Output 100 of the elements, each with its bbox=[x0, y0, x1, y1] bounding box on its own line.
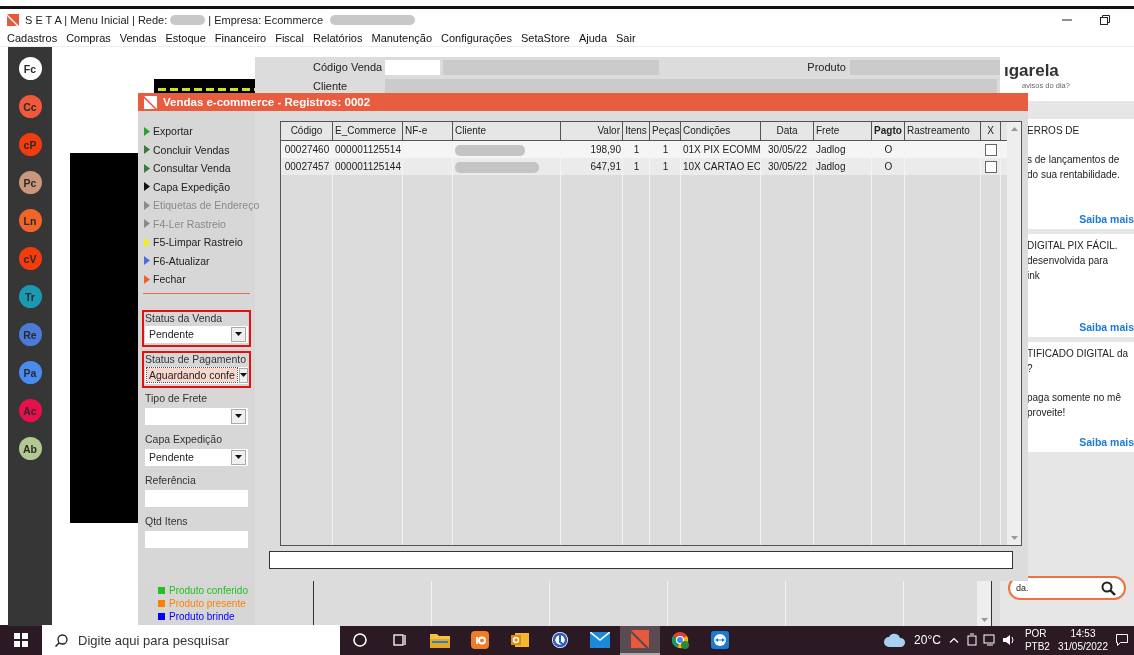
action-button[interactable]: F5-Limpar Rastreio bbox=[144, 233, 243, 252]
module-button[interactable]: Pa bbox=[18, 361, 42, 384]
caret-up-icon[interactable] bbox=[948, 637, 959, 643]
column-header[interactable]: Itens bbox=[623, 122, 650, 140]
action-button[interactable]: Exportar bbox=[144, 122, 193, 141]
module-button[interactable]: Cc bbox=[18, 95, 42, 118]
column-header[interactable]: Código bbox=[281, 122, 333, 140]
clock-date[interactable]: 31/05/2022 bbox=[1057, 640, 1108, 653]
module-button[interactable]: Fc bbox=[18, 57, 42, 80]
table-cell: 01X PIX ECOMM bbox=[683, 144, 761, 155]
column-header[interactable]: Data bbox=[761, 122, 814, 140]
input-field[interactable] bbox=[269, 551, 1013, 569]
table-cell: Jadlog bbox=[816, 144, 846, 155]
legend-label: Produto conferido bbox=[169, 585, 248, 596]
module-button[interactable]: Re bbox=[18, 323, 42, 346]
column-header[interactable]: E_Commerce bbox=[333, 122, 403, 140]
menu-item[interactable]: Sair bbox=[613, 32, 639, 44]
column-header[interactable]: NF-e bbox=[403, 122, 453, 140]
scrollbar[interactable] bbox=[977, 581, 991, 626]
input-field[interactable] bbox=[145, 489, 248, 507]
news-heading: ERROS DE bbox=[1027, 124, 1081, 138]
dropdown[interactable]: Pendente bbox=[145, 448, 248, 466]
keyboard-layout[interactable]: PTB2 bbox=[1024, 640, 1050, 653]
action-button[interactable]: Consultar Venda bbox=[144, 159, 231, 178]
module-button[interactable]: cP bbox=[18, 133, 42, 156]
task-view-icon bbox=[392, 632, 408, 648]
menu-item[interactable]: Manutenção bbox=[368, 32, 435, 44]
input-field[interactable] bbox=[145, 530, 248, 548]
table-cell: 00027457 bbox=[284, 161, 330, 172]
table-cell: 000001125144 bbox=[335, 161, 401, 172]
table-cell: 10X CARTAO EC bbox=[683, 161, 761, 172]
table-cell: 1 bbox=[633, 144, 640, 155]
company-label: | Empresa: Ecommerce bbox=[208, 13, 323, 26]
search-field[interactable]: da. bbox=[1008, 576, 1126, 600]
menu-item[interactable]: Estoque bbox=[162, 32, 209, 44]
menu-item[interactable]: Configurações bbox=[438, 32, 515, 44]
table-row[interactable]: 00027460 000001125514 198,90 1 1 01X PIX ECOMM 30/05/22 Jadlog O bbox=[281, 141, 1007, 158]
column-header[interactable]: Cliente bbox=[453, 122, 561, 140]
field-label: Referência bbox=[145, 473, 197, 486]
read-more-link[interactable]: Saiba mais bbox=[1079, 436, 1134, 448]
table-cell: 1 bbox=[662, 144, 669, 155]
column-header[interactable]: Peças bbox=[650, 122, 681, 140]
checkbox[interactable] bbox=[985, 161, 997, 174]
menu-item[interactable]: Ajuda bbox=[575, 32, 610, 44]
column-header[interactable]: Condições bbox=[681, 122, 761, 140]
table-cell: 30/05/22 bbox=[768, 144, 807, 155]
field-label: Código Venda bbox=[313, 61, 384, 73]
module-button[interactable]: cV bbox=[18, 247, 42, 270]
action-button[interactable]: Capa Expedição bbox=[144, 177, 231, 196]
checkbox[interactable] bbox=[985, 144, 997, 157]
notification-icon[interactable] bbox=[1116, 634, 1128, 646]
column-header[interactable]: Rastreamento bbox=[905, 122, 981, 140]
legend-label: Produto brinde bbox=[169, 611, 235, 622]
news-text: proveite! bbox=[1027, 406, 1067, 420]
menu-item[interactable]: SetaStore bbox=[517, 32, 573, 44]
news-text: paga somente no mê bbox=[1027, 391, 1122, 405]
menu-item[interactable]: Cadastros bbox=[4, 32, 61, 44]
dropdown[interactable]: Aguardando confe bbox=[145, 366, 248, 384]
column-header[interactable]: Frete bbox=[814, 122, 872, 140]
menu-item[interactable]: Compras bbox=[63, 32, 114, 44]
input-field[interactable] bbox=[385, 78, 997, 94]
field-label: Capa Expedição bbox=[145, 432, 224, 445]
clock-time[interactable]: 14:53 bbox=[1070, 627, 1096, 640]
column-header[interactable]: Valor bbox=[561, 122, 623, 140]
dropdown[interactable]: Pendente bbox=[145, 325, 248, 343]
table-row[interactable]: 00027457 000001125144 647,91 1 1 10X CARTAO EC 30/05/22 Jadlog O bbox=[281, 158, 1007, 175]
taskbar-app-button[interactable] bbox=[620, 625, 660, 655]
read-more-link[interactable]: Saiba mais bbox=[1079, 213, 1134, 225]
table-cell: 647,91 bbox=[590, 161, 621, 172]
action-button[interactable]: F6-Atualizar bbox=[144, 251, 210, 270]
menu-item[interactable]: Fiscal bbox=[272, 32, 307, 44]
module-button[interactable]: Pc bbox=[18, 171, 42, 194]
language-indicator[interactable]: POR bbox=[1024, 627, 1050, 640]
read-more-link[interactable]: Saiba mais bbox=[1079, 321, 1134, 333]
tray-icons-drawing[interactable] bbox=[966, 633, 1017, 647]
menu-item[interactable]: Relatórios bbox=[309, 32, 366, 44]
action-button[interactable]: Fechar bbox=[144, 270, 186, 289]
field-label: Cliente bbox=[313, 80, 349, 92]
table-cell: O bbox=[884, 144, 893, 155]
module-button[interactable]: Ab bbox=[18, 437, 42, 460]
table-cell: 30/05/22 bbox=[768, 161, 807, 172]
module-button[interactable]: Ln bbox=[18, 209, 42, 232]
app-icon bbox=[471, 631, 489, 649]
menu-item[interactable]: Financeiro bbox=[211, 32, 270, 44]
field-label: Tipo de Frete bbox=[145, 391, 209, 404]
input-field[interactable] bbox=[850, 59, 1000, 75]
action-button[interactable]: Concluir Vendas bbox=[144, 140, 230, 159]
logo-icon bbox=[144, 95, 157, 109]
search-field[interactable]: Digite aqui para pesquisar bbox=[42, 625, 340, 655]
menu-item[interactable]: Vendas bbox=[116, 32, 160, 44]
table-cell: 1 bbox=[633, 161, 640, 172]
search-icon bbox=[55, 634, 68, 647]
module-button[interactable]: Tr bbox=[18, 285, 42, 308]
column-header[interactable]: X bbox=[981, 122, 1001, 140]
column-header[interactable]: Pagto bbox=[872, 122, 905, 140]
table-cell: 198,90 bbox=[590, 144, 621, 155]
news-heading: TIFICADO DIGITAL da bbox=[1027, 347, 1130, 361]
input-field[interactable] bbox=[384, 59, 440, 75]
scrollbar[interactable] bbox=[1007, 122, 1021, 545]
dialog-title: Vendas e-commerce - Registros: 0002 bbox=[163, 96, 371, 108]
